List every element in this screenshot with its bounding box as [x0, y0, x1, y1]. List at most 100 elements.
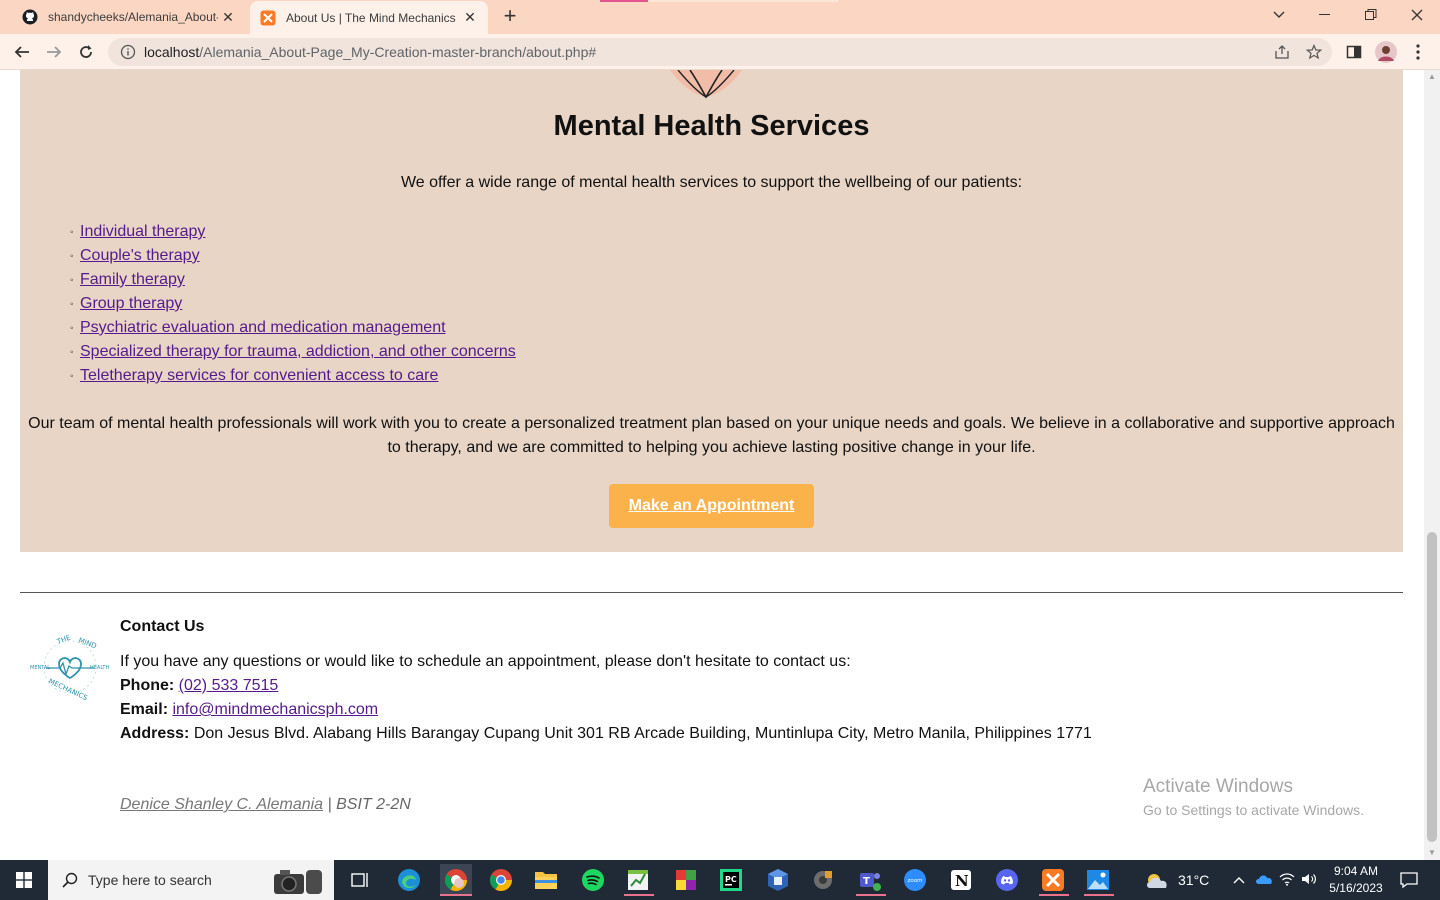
tab-github[interactable]: shandycheeks/Alemania_About-P ✕ [12, 0, 246, 34]
services-intro: We offer a wide range of mental health s… [400, 174, 1023, 191]
notifications-icon[interactable] [1396, 860, 1422, 900]
close-tab-icon[interactable]: ✕ [218, 7, 238, 27]
contact-heading: Contact Us [120, 618, 205, 635]
service-link-group[interactable]: Group therapy [80, 295, 182, 313]
settings-tool-icon[interactable] [807, 864, 839, 896]
bullet-icon: ◦ [70, 322, 74, 334]
weather-widget[interactable]: 31°C [1144, 860, 1209, 900]
list-item: ◦ Group therapy [70, 292, 516, 316]
svg-text:MECHANICS: MECHANICS [47, 677, 89, 702]
active-app-indicator [1084, 894, 1114, 896]
service-link-family[interactable]: Family therapy [80, 271, 185, 289]
scrollbar-thumb[interactable] [1427, 532, 1437, 842]
address-bar[interactable]: localhost/Alemania_About-Page_My-Creatio… [108, 38, 1332, 66]
restore-icon[interactable] [1348, 0, 1394, 30]
bullet-icon: ◦ [70, 274, 74, 286]
bookmark-star-icon[interactable] [1302, 40, 1326, 64]
email-link[interactable]: info@mindmechanicsph.com [172, 701, 378, 718]
windows-taskbar: Type here to search PC T zoom N 31°C 9:0… [0, 860, 1440, 900]
side-panel-icon[interactable] [1342, 40, 1366, 64]
onedrive-icon[interactable] [1252, 873, 1276, 888]
reload-icon[interactable] [74, 40, 98, 64]
chrome-icon[interactable] [485, 864, 517, 896]
svg-text:PC: PC [725, 875, 737, 884]
email-label: Email: [120, 701, 169, 718]
new-tab-button[interactable]: + [498, 5, 522, 29]
tab-search-icon[interactable] [1256, 0, 1302, 30]
browser-tab-strip: shandycheeks/Alemania_About-P ✕ About Us… [0, 0, 1440, 34]
scroll-down-icon[interactable]: ▼ [1424, 846, 1440, 860]
url-path: /Alemania_About-Page_My-Creation-master-… [199, 44, 597, 60]
service-link-specialized[interactable]: Specialized therapy for trauma, addictio… [80, 343, 516, 361]
service-link-psychiatric[interactable]: Psychiatric evaluation and medication ma… [80, 319, 446, 337]
phone-link[interactable]: (02) 533 7515 [179, 677, 279, 694]
services-section: Mental Health Services We offer a wide r… [20, 70, 1403, 552]
watermark-subtitle: Go to Settings to activate Windows. [1143, 802, 1364, 818]
taskbar-search-placeholder: Type here to search [88, 872, 212, 888]
temperature-text: 31°C [1178, 872, 1210, 888]
page-viewport: Mental Health Services We offer a wide r… [0, 70, 1424, 860]
svg-text:MIND: MIND [77, 636, 97, 650]
xampp-taskbar-icon[interactable] [1037, 864, 1069, 896]
virtualbox-icon[interactable] [762, 864, 794, 896]
taskbar-clock[interactable]: 9:04 AM 5/16/2023 [1326, 863, 1386, 897]
contact-intro: If you have any questions or would like … [120, 653, 851, 670]
service-link-individual[interactable]: Individual therapy [80, 223, 205, 241]
discord-icon[interactable] [991, 864, 1023, 896]
scroll-up-icon[interactable]: ▲ [1424, 70, 1440, 84]
page-title: Mental Health Services [553, 110, 870, 142]
teams-icon[interactable]: T [854, 864, 886, 896]
active-app-indicator [440, 894, 472, 896]
system-tray [1230, 860, 1320, 900]
task-view-icon[interactable] [344, 864, 376, 896]
tray-chevron-icon[interactable] [1230, 873, 1248, 887]
chrome-profile-taskbar-icon[interactable] [440, 864, 472, 896]
edge-icon[interactable] [393, 864, 425, 896]
profile-avatar[interactable] [1374, 40, 1398, 64]
make-appointment-button[interactable]: Make an Appointment [609, 484, 814, 528]
wifi-icon[interactable] [1276, 872, 1298, 889]
clock-time: 9:04 AM [1333, 864, 1379, 878]
list-item: ◦ Family therapy [70, 268, 516, 292]
author-link[interactable]: Denice Shanley C. Alemania [120, 796, 323, 813]
site-info-icon[interactable] [120, 44, 136, 60]
colorful-app-icon[interactable] [670, 864, 702, 896]
tab-strip-accent [648, 0, 838, 2]
page-scrollbar[interactable]: ▲ ▼ [1424, 70, 1440, 860]
share-icon[interactable] [1270, 40, 1294, 64]
tab-strip-accent [600, 0, 648, 2]
file-explorer-icon[interactable] [530, 864, 562, 896]
active-app-indicator [856, 894, 886, 896]
address-text: Don Jesus Blvd. Alabang Hills Barangay C… [193, 725, 1092, 742]
github-icon [22, 9, 38, 25]
spreadsheet-app-icon[interactable] [622, 864, 654, 896]
contact-phone-row: Phone: (02) 533 7515 [120, 674, 1092, 698]
service-link-couples[interactable]: Couple's therapy [80, 247, 200, 265]
footer-divider [20, 592, 1403, 593]
bullet-icon: ◦ [70, 346, 74, 358]
service-link-teletherapy[interactable]: Teletherapy services for convenient acce… [80, 367, 438, 385]
active-app-indicator [624, 894, 654, 896]
svg-text:THE: THE [55, 634, 72, 647]
camera-search-highlight-icon [274, 870, 322, 894]
photos-icon[interactable] [1082, 864, 1114, 896]
back-icon[interactable] [10, 40, 34, 64]
list-item: ◦ Teletherapy services for convenient acc… [70, 364, 516, 388]
close-tab-icon[interactable]: ✕ [460, 8, 480, 28]
spotify-icon[interactable] [577, 864, 609, 896]
forward-icon[interactable] [42, 40, 66, 64]
contact-address-row: Address: Don Jesus Blvd. Alabang Hills B… [120, 722, 1092, 746]
windows-start-icon[interactable] [0, 860, 48, 900]
search-icon [62, 872, 78, 888]
tab-about-us[interactable]: About Us | The Mind Mechanics ✕ [250, 1, 488, 34]
notion-icon[interactable]: N [945, 864, 977, 896]
pycharm-icon[interactable]: PC [715, 864, 747, 896]
minimize-icon[interactable] [1302, 0, 1348, 30]
close-window-icon[interactable] [1394, 0, 1440, 30]
mind-mechanics-logo: THE MIND MENTAL HEALTH MECHANICS [30, 634, 109, 702]
taskbar-search-box[interactable]: Type here to search [48, 860, 334, 900]
svg-text:MENTAL: MENTAL [30, 665, 50, 671]
menu-kebab-icon[interactable] [1406, 40, 1430, 64]
zoom-icon[interactable]: zoom [899, 864, 931, 896]
volume-icon[interactable] [1298, 872, 1320, 889]
